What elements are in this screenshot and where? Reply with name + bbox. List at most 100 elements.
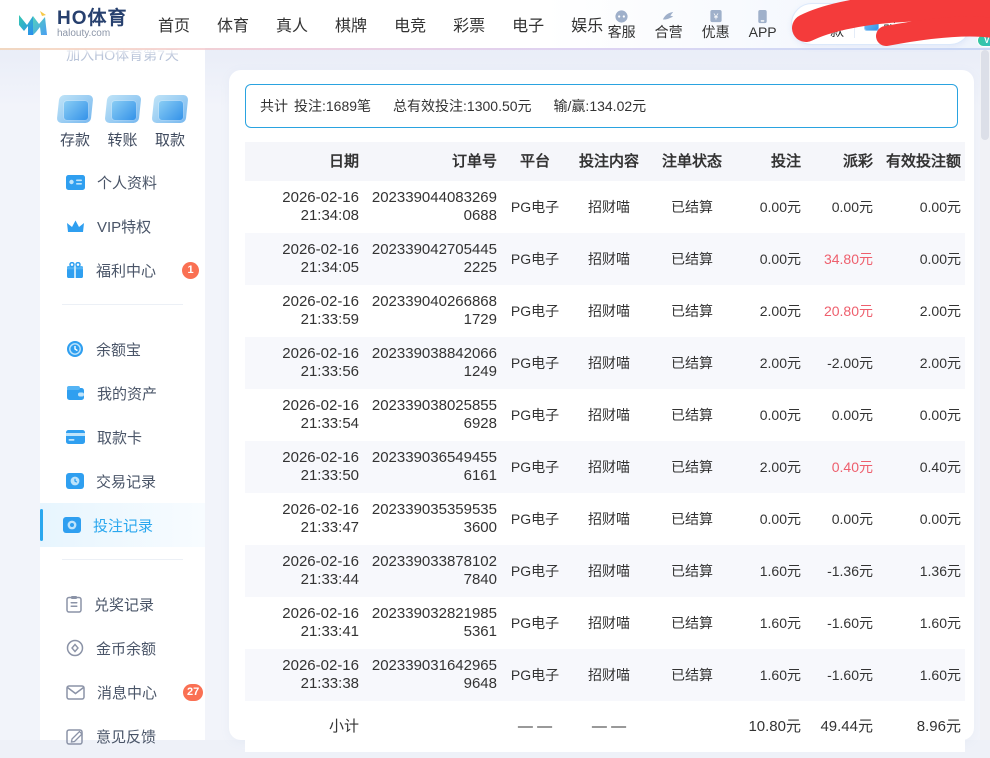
transaction-record-icon: [66, 473, 84, 489]
subtotal-payout: 49.44元: [820, 717, 873, 735]
valid-bet-cell: 1.36元: [919, 563, 961, 579]
nav-entertainment[interactable]: 娱乐: [571, 12, 603, 36]
status-cell: 已结算: [671, 511, 713, 527]
sidebar-withdraw-button[interactable]: 取款: [151, 95, 189, 150]
summary-bar: 共计 投注:1689笔 总有效投注:1300.50元 输/赢:134.02元: [245, 84, 958, 128]
col-bet: 投注: [735, 142, 805, 181]
deposit-icon: [811, 17, 827, 31]
bet-amount-cell: 2.00元: [759, 355, 801, 371]
sidebar-item-yuebao[interactable]: 余额宝: [66, 327, 205, 371]
sidebar-item-profile[interactable]: 个人资料: [66, 160, 205, 204]
coin-icon: [66, 639, 84, 657]
page-scrollbar[interactable]: [980, 0, 990, 740]
table-row: 2026-02-16 21:34:08 2023390440832690688 …: [245, 181, 965, 233]
transfer-icon: [864, 17, 880, 31]
col-date: 日期: [245, 142, 363, 181]
sidebar-item-vip[interactable]: VIP特权: [66, 204, 205, 248]
order-number: 2023390427054452225: [371, 241, 497, 276]
platform-cell: PG电子: [510, 563, 560, 579]
bet-records-table: 日期 订单号 平台 投注内容 注单状态 投注 派彩 有效投注额 2026-02-…: [245, 142, 965, 752]
nav-lottery[interactable]: 彩票: [453, 12, 485, 36]
payout-cell: -2.00元: [827, 355, 873, 371]
app-download-button[interactable]: APP: [744, 8, 781, 40]
svg-text:¥: ¥: [712, 11, 718, 21]
order-number: 2023390380258556928: [371, 397, 497, 432]
subtotal-label: 小计: [328, 717, 359, 735]
sidebar-item-welfare[interactable]: 福利中心 1: [66, 248, 205, 292]
promotions-button[interactable]: ¥ 优惠: [697, 8, 734, 40]
bet-record-icon: [63, 517, 81, 533]
table-row: 2026-02-16 21:33:38 2023390316429659648 …: [245, 649, 965, 701]
valid-bet-cell: 1.60元: [919, 667, 961, 683]
welfare-count-badge: 1: [182, 261, 200, 279]
partner-button[interactable]: 合营: [650, 8, 687, 40]
sidebar-transfer-button[interactable]: 转账: [104, 95, 141, 150]
nav-slots[interactable]: 电子: [512, 12, 544, 36]
bet-content-cell: 招财喵: [588, 459, 630, 475]
status-cell: 已结算: [671, 615, 713, 631]
nav-esports[interactable]: 电竞: [394, 12, 426, 36]
sidebar-quick-actions: 存款 转账 取款: [40, 65, 205, 150]
vip-level-badge: VIP0: [977, 34, 990, 47]
sidebar-item-transaction-records[interactable]: 交易记录: [66, 459, 205, 503]
col-platform: 平台: [501, 142, 569, 181]
order-number: 2023390365494556161: [371, 449, 497, 484]
col-status: 注单状态: [649, 142, 735, 181]
sidebar-divider: [62, 559, 183, 560]
nav-cards[interactable]: 棋牌: [335, 12, 367, 36]
user-avatar[interactable]: VIP0: [977, 5, 990, 47]
order-number: 2023390402668681729: [371, 293, 497, 328]
order-number: 2023390388420661249: [371, 345, 497, 380]
payout-cell: -1.36元: [827, 563, 873, 579]
bet-amount-cell: 1.60元: [759, 563, 801, 579]
sidebar-divider: [62, 304, 183, 305]
sidebar-item-coin-balance[interactable]: 金币余额: [66, 626, 205, 670]
sidebar-item-feedback[interactable]: 意见反馈: [66, 714, 205, 758]
table-row: 2026-02-16 21:33:41 2023390328219855361 …: [245, 597, 965, 649]
id-card-icon: [66, 174, 85, 190]
bet-amount-cell: 0.00元: [759, 511, 801, 527]
sidebar-item-prize-records[interactable]: 兑奖记录: [66, 582, 205, 626]
valid-bet-cell: 1.60元: [919, 615, 961, 631]
account-sidebar: 加入HO体育第7天 存款 转账 取款 个人资料 VIP特权: [40, 47, 205, 746]
order-number: 2023390440832690688: [371, 189, 497, 224]
nav-sports[interactable]: 体育: [217, 12, 249, 36]
col-valid: 有效投注额: [877, 142, 965, 181]
transfer-button[interactable]: 转账: [854, 10, 907, 38]
gift-icon: [67, 261, 83, 278]
brand-logo[interactable]: HO体育 halouty.com: [0, 9, 150, 39]
sidebar-item-bet-records[interactable]: 投注记录: [40, 503, 205, 547]
sidebar-deposit-button[interactable]: 存款: [56, 95, 94, 150]
customer-service-button[interactable]: 客服: [603, 8, 640, 40]
bet-content-cell: 招财喵: [588, 407, 630, 423]
order-number: 2023390338781027840: [371, 553, 497, 588]
summary-bet-count: 投注:1689笔: [294, 98, 372, 114]
table-row: 2026-02-16 21:33:54 2023390380258556928 …: [245, 389, 965, 441]
main-content: 共计 投注:1689笔 总有效投注:1300.50元 输/赢:134.02元 日…: [205, 48, 990, 752]
withdraw-button[interactable]: 取款: [907, 10, 960, 38]
deposit-button[interactable]: 存款: [802, 10, 854, 38]
sidebar-item-message-center[interactable]: 消息中心 27: [66, 670, 205, 714]
order-number: 2023390316429659648: [371, 657, 497, 692]
valid-bet-cell: 2.00元: [919, 303, 961, 319]
payout-cell: -1.60元: [827, 667, 873, 683]
payout-cell: 34.80元: [823, 251, 873, 267]
sidebar-item-assets[interactable]: 我的资产: [66, 371, 205, 415]
bet-amount-cell: 2.00元: [759, 303, 801, 319]
status-cell: 已结算: [671, 563, 713, 579]
status-cell: 已结算: [671, 303, 713, 319]
bet-datetime: 2026-02-16 21:33:41: [282, 605, 359, 640]
sidebar-item-withdraw-card[interactable]: 取款卡: [66, 415, 205, 459]
subtotal-bet: 10.80元: [748, 717, 801, 735]
nav-live[interactable]: 真人: [276, 12, 308, 36]
platform-cell: PG电子: [510, 355, 560, 371]
summary-total-label: 共计: [260, 98, 288, 114]
scrollbar-thumb[interactable]: [981, 50, 989, 140]
clock-coin-icon: [67, 341, 83, 357]
nav-home[interactable]: 首页: [158, 12, 190, 36]
withdraw-wallet-icon: [151, 95, 189, 123]
transfer-wallet-icon: [104, 95, 141, 123]
partner-icon: [661, 8, 676, 24]
payout-cell: -1.60元: [827, 615, 873, 631]
platform-cell: PG电子: [510, 303, 560, 319]
